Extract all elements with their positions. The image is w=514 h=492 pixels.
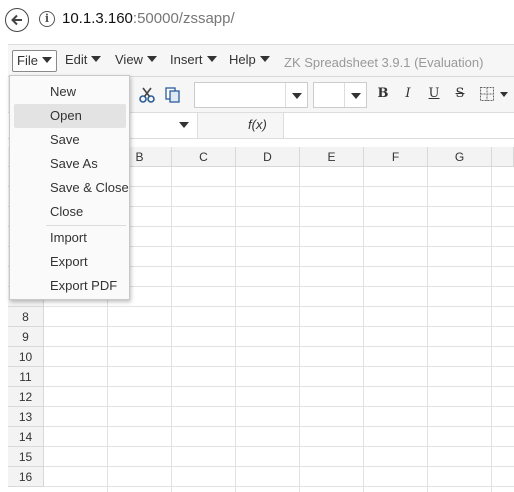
cut-icon[interactable] bbox=[138, 86, 156, 104]
file-menu-close[interactable]: Close bbox=[14, 200, 126, 224]
caret-down-icon bbox=[41, 57, 52, 63]
formula-input[interactable] bbox=[283, 113, 514, 138]
col-header-g[interactable]: G bbox=[428, 147, 492, 167]
row-header-11[interactable]: 11 bbox=[8, 367, 44, 387]
arrow-left-icon bbox=[11, 14, 22, 26]
file-menu-new[interactable]: New bbox=[14, 80, 126, 104]
row-header-10[interactable]: 10 bbox=[8, 347, 44, 367]
menu-insert-label: Insert bbox=[170, 52, 203, 67]
file-menu-save[interactable]: Save bbox=[14, 128, 126, 152]
info-icon[interactable]: i bbox=[39, 11, 55, 27]
menu-help[interactable]: Help bbox=[225, 50, 274, 72]
copy-icon[interactable] bbox=[164, 86, 182, 104]
file-menu-save-as[interactable]: Save As bbox=[14, 152, 126, 176]
col-header-c[interactable]: C bbox=[172, 147, 236, 167]
font-family-select[interactable] bbox=[194, 82, 308, 108]
chevron-down-icon bbox=[179, 122, 189, 128]
borders-icon[interactable] bbox=[478, 86, 496, 104]
row-header-8[interactable]: 8 bbox=[8, 307, 44, 327]
row-header-9[interactable]: 9 bbox=[8, 327, 44, 347]
file-menu-export[interactable]: Export bbox=[14, 250, 126, 274]
caret-down-icon bbox=[259, 56, 270, 62]
menu-file-label: File bbox=[17, 53, 38, 68]
menu-edit[interactable]: Edit bbox=[61, 50, 105, 72]
browser-address-bar: i 10.1.3.160:50000/zssapp/ bbox=[0, 0, 514, 40]
fx-label: f(x) bbox=[248, 117, 267, 132]
caret-down-icon bbox=[206, 56, 217, 62]
caret-down-icon bbox=[146, 56, 157, 62]
row-header-13[interactable]: 13 bbox=[8, 407, 44, 427]
url-host: 10.1.3.160 bbox=[62, 10, 133, 27]
chevron-down-icon bbox=[285, 83, 307, 107]
col-header-h[interactable] bbox=[492, 147, 514, 167]
underline-button[interactable]: U bbox=[426, 86, 442, 101]
col-header-d[interactable]: D bbox=[236, 147, 300, 167]
bold-button[interactable]: B bbox=[375, 86, 391, 101]
url-path: :50000/zssapp/ bbox=[132, 10, 235, 27]
menu-file[interactable]: File bbox=[12, 50, 57, 72]
menubar: File Edit View Insert Help ZK Spreadshee… bbox=[8, 44, 514, 77]
url-field[interactable]: 10.1.3.160:50000/zssapp/ bbox=[62, 10, 235, 27]
row-header-14[interactable]: 14 bbox=[8, 427, 44, 447]
row-header-16[interactable]: 16 bbox=[8, 467, 44, 487]
menu-insert[interactable]: Insert bbox=[166, 50, 221, 72]
app-title: ZK Spreadsheet 3.9.1 (Evaluation) bbox=[284, 55, 484, 70]
back-button[interactable] bbox=[5, 8, 29, 32]
menu-view-label: View bbox=[115, 52, 143, 67]
font-size-select[interactable] bbox=[313, 82, 367, 108]
file-menu-import[interactable]: Import bbox=[14, 226, 126, 250]
chevron-down-icon[interactable] bbox=[500, 92, 508, 97]
menu-help-label: Help bbox=[229, 52, 256, 67]
row-header-12[interactable]: 12 bbox=[8, 387, 44, 407]
col-header-e[interactable]: E bbox=[300, 147, 364, 167]
file-menu-dropdown: New Open Save Save As Save & Close Close… bbox=[9, 75, 130, 300]
strikethrough-button[interactable]: S bbox=[452, 86, 468, 101]
file-menu-open[interactable]: Open bbox=[14, 104, 126, 128]
menu-view[interactable]: View bbox=[111, 50, 161, 72]
row-header-15[interactable]: 15 bbox=[8, 447, 44, 467]
italic-button[interactable]: I bbox=[400, 86, 416, 101]
chevron-down-icon bbox=[344, 83, 366, 107]
menu-edit-label: Edit bbox=[65, 52, 88, 67]
file-menu-save-close[interactable]: Save & Close bbox=[14, 176, 129, 200]
file-menu-export-pdf[interactable]: Export PDF bbox=[14, 274, 126, 298]
caret-down-icon bbox=[91, 56, 102, 62]
col-header-f[interactable]: F bbox=[364, 147, 428, 167]
